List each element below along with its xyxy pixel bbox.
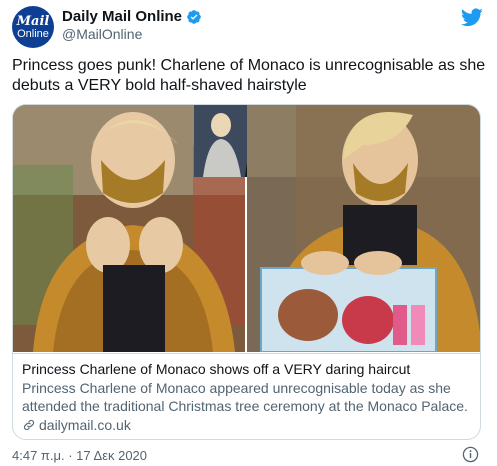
- avatar-logo-line1: Mail: [16, 13, 50, 29]
- tweet-text: Princess goes punk! Charlene of Monaco i…: [12, 57, 486, 94]
- right-photo: [247, 105, 480, 352]
- link-icon: [23, 419, 35, 431]
- tweet-timestamp[interactable]: 4:47 π.μ. · 17 Δεκ 2020: [12, 448, 147, 463]
- link-card[interactable]: Princess Charlene of Monaco shows off a …: [12, 104, 481, 440]
- display-name[interactable]: Daily Mail Online: [62, 8, 182, 25]
- card-description: Princess Charlene of Monaco appeared unr…: [22, 380, 468, 414]
- card-title[interactable]: Princess Charlene of Monaco shows off a …: [22, 360, 473, 378]
- card-image[interactable]: [13, 105, 480, 352]
- card-photo-collage: [13, 105, 480, 352]
- author-name-row[interactable]: Daily Mail Online: [62, 8, 202, 25]
- tweet[interactable]: Mail Online Daily Mail Online @MailOnlin…: [0, 0, 497, 466]
- account-handle[interactable]: @MailOnline: [62, 26, 142, 42]
- twitter-bird-icon[interactable]: [461, 6, 483, 28]
- avatar-logo-line2: Online: [17, 27, 49, 40]
- card-domain-text: dailymail.co.uk: [39, 417, 131, 433]
- avatar[interactable]: Mail Online: [12, 6, 54, 48]
- card-body[interactable]: Princess Charlene of Monaco shows off a …: [13, 353, 480, 439]
- verified-badge-icon: [187, 9, 201, 24]
- card-domain[interactable]: dailymail.co.uk: [22, 417, 473, 433]
- info-icon[interactable]: [462, 446, 479, 463]
